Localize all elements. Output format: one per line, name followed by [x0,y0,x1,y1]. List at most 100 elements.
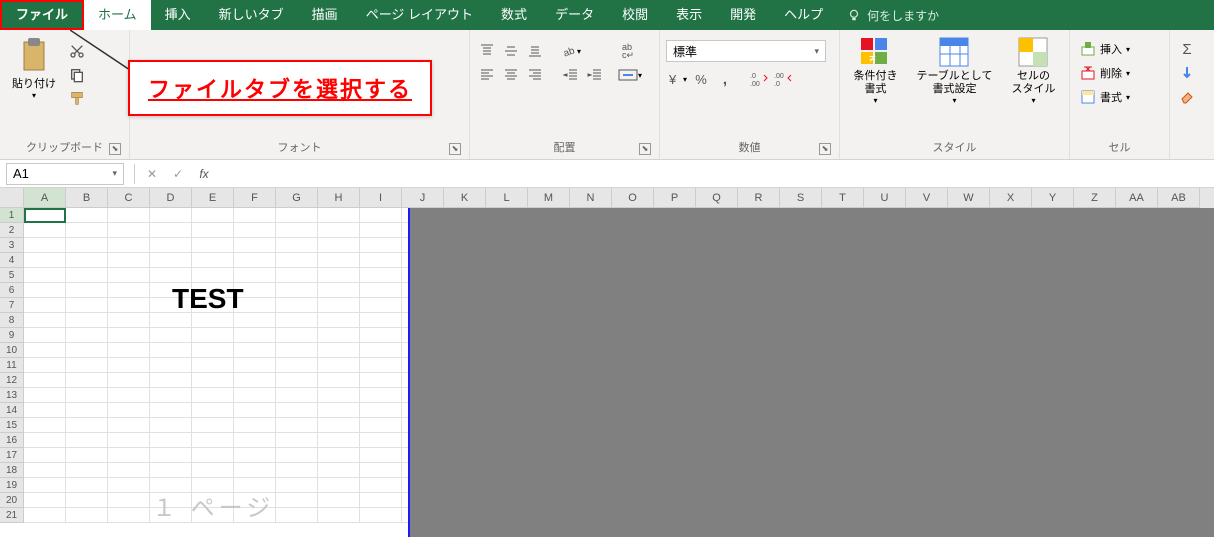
cell[interactable] [108,493,150,508]
cell[interactable] [24,328,66,343]
cell[interactable] [108,208,150,223]
column-header[interactable]: F [234,188,276,208]
cell[interactable] [234,313,276,328]
cell[interactable] [66,448,108,463]
cell[interactable] [318,373,360,388]
cell[interactable] [318,403,360,418]
column-header[interactable]: B [66,188,108,208]
cell[interactable] [360,268,402,283]
cell[interactable] [234,268,276,283]
cell[interactable] [108,403,150,418]
column-header[interactable]: U [864,188,906,208]
tab-home[interactable]: ホーム [84,0,151,30]
cell[interactable] [108,373,150,388]
cell[interactable] [276,253,318,268]
decrease-indent-button[interactable] [560,64,582,86]
cell[interactable] [318,208,360,223]
row-header[interactable]: 17 [0,448,24,463]
cell[interactable] [192,253,234,268]
cell[interactable] [192,313,234,328]
row-header[interactable]: 18 [0,463,24,478]
cell[interactable] [276,463,318,478]
cell[interactable] [360,208,402,223]
column-header[interactable]: Q [696,188,738,208]
cell[interactable] [318,418,360,433]
cell[interactable] [192,208,234,223]
cell[interactable] [66,328,108,343]
column-header[interactable]: P [654,188,696,208]
cell[interactable] [150,313,192,328]
column-header[interactable]: C [108,188,150,208]
cell[interactable] [318,448,360,463]
cell[interactable] [318,253,360,268]
cell[interactable] [66,433,108,448]
cell[interactable] [192,463,234,478]
row-header[interactable]: 5 [0,268,24,283]
number-format-select[interactable]: 標準▾ [666,40,826,62]
cell[interactable] [276,373,318,388]
cell[interactable] [318,223,360,238]
cell[interactable] [66,478,108,493]
cell[interactable] [318,358,360,373]
column-header[interactable]: A [24,188,66,208]
autosum-button[interactable]: Σ [1176,38,1198,60]
cell[interactable] [24,268,66,283]
cell[interactable] [150,418,192,433]
cell[interactable] [108,328,150,343]
row-header[interactable]: 13 [0,388,24,403]
tab-review[interactable]: 校閲 [608,0,662,30]
tab-pagelayout[interactable]: ページ レイアウト [352,0,487,30]
cell[interactable] [318,268,360,283]
cell[interactable] [192,238,234,253]
tab-insert[interactable]: 挿入 [151,0,205,30]
cell[interactable] [360,493,402,508]
cell[interactable] [276,238,318,253]
cell[interactable] [66,313,108,328]
cell[interactable] [108,223,150,238]
align-center-button[interactable] [500,64,522,86]
select-all-corner[interactable] [0,188,24,208]
active-cell[interactable] [24,208,66,223]
cell[interactable] [234,358,276,373]
cell[interactable] [24,478,66,493]
cell[interactable] [360,313,402,328]
cell[interactable] [360,343,402,358]
cell[interactable] [276,388,318,403]
cell[interactable] [150,388,192,403]
conditional-formatting-button[interactable]: ≠ 条件付き 書式▾ [847,34,903,107]
cell[interactable] [66,298,108,313]
font-dialog-launcher[interactable]: ⬊ [449,143,461,155]
cell[interactable] [276,508,318,523]
number-dialog-launcher[interactable]: ⬊ [819,143,831,155]
cell[interactable] [108,478,150,493]
row-header[interactable]: 10 [0,343,24,358]
cell[interactable] [108,358,150,373]
cell[interactable] [234,463,276,478]
cell[interactable] [234,373,276,388]
cancel-formula-button[interactable]: ✕ [139,163,165,185]
cell[interactable] [108,268,150,283]
cell[interactable] [276,313,318,328]
cell[interactable] [66,373,108,388]
cell[interactable] [150,448,192,463]
row-header[interactable]: 16 [0,433,24,448]
cell[interactable] [24,403,66,418]
row-header[interactable]: 7 [0,298,24,313]
cell[interactable] [24,313,66,328]
cell[interactable] [318,238,360,253]
cell[interactable] [360,298,402,313]
increase-indent-button[interactable] [584,64,606,86]
cell[interactable] [360,238,402,253]
cell[interactable] [234,403,276,418]
cell[interactable] [66,418,108,433]
cell[interactable] [24,373,66,388]
cell[interactable] [150,343,192,358]
row-header[interactable]: 14 [0,403,24,418]
cell[interactable] [24,418,66,433]
cell[interactable] [234,328,276,343]
cell[interactable] [192,388,234,403]
tab-view[interactable]: 表示 [662,0,716,30]
column-header[interactable]: K [444,188,486,208]
column-header[interactable]: S [780,188,822,208]
cell[interactable] [66,463,108,478]
